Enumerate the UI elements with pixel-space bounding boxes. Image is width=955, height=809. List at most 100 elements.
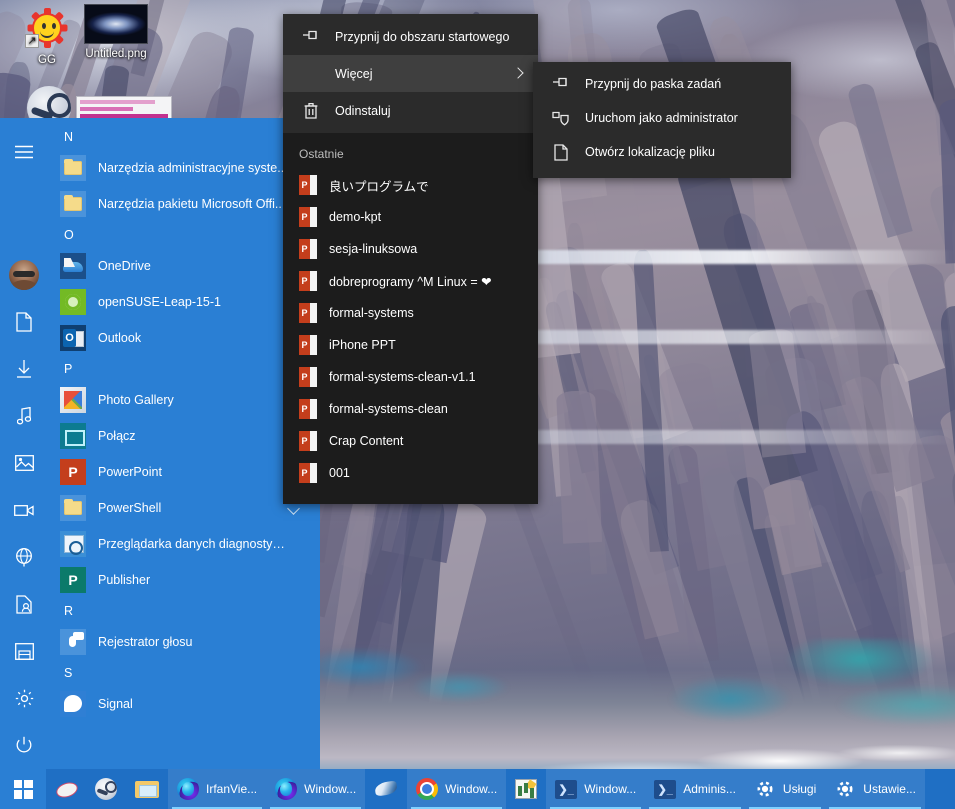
power-icon[interactable] [0,722,48,769]
app-list[interactable]: NNarzędzia administracyjne syste...Narzę… [48,118,320,769]
app-list-item-label: openSUSE-Leap-15-1 [98,295,221,309]
start-menu-rail[interactable] [0,118,48,769]
documents-icon[interactable] [0,299,48,346]
outlook-icon [60,325,86,351]
folder-icon [60,495,86,521]
recent-file-item[interactable]: formal-systems-clean [283,393,538,425]
app-list-item[interactable]: PowerShell [48,490,320,526]
taskbar-button[interactable] [86,769,126,809]
taskbar-button[interactable]: ❯_Adminis... [645,769,745,809]
downloads-icon[interactable] [0,346,48,393]
recent-file-item[interactable]: dobreprogramy ^M Linux = ❤ [283,265,538,297]
context-menu-item-label: Więcej [335,67,373,81]
recent-file-item[interactable]: demo-kpt [283,201,538,233]
chart-app-icon [515,779,537,799]
taskbar-buttons[interactable]: IrfanVie...Window...Window...❯_Window...… [46,769,925,809]
app-list-item-label: PowerPoint [98,465,162,479]
taskbar-button[interactable]: Usługi [745,769,825,809]
app-list-item[interactable]: Signal [48,686,320,722]
app-list-item[interactable]: Outlook [48,320,320,356]
powerpoint-file-icon [299,399,317,419]
app-group-letter: S [48,660,320,686]
powerpoint-file-icon [299,303,317,323]
context-menu-item-more[interactable]: Więcej [283,55,538,92]
taskbar-button[interactable]: IrfanVie... [168,769,266,809]
recent-file-label: 001 [329,466,350,480]
taskbar-button[interactable]: ❯_ Window... [546,769,645,809]
app-list-item[interactable]: Narzędzia administracyjne syste... [48,150,320,186]
submenu-item-run-as-administrator[interactable]: Uruchom jako administrator [533,101,791,135]
recent-files-list[interactable]: 良いプログラムでdemo-kptsesja-linuksowa dobreprog… [283,169,538,489]
app-list-item-label: Rejestrator głosu [98,635,193,649]
app-list-item[interactable]: Przeglądarka danych diagnostycznych [48,526,320,562]
submenu-item-pin-to-taskbar[interactable]: Przypnij do paska zadań [533,67,791,101]
recent-file-label: formal-systems [329,306,414,320]
context-menu[interactable]: Przypnij do obszaru startowego Więcej Od… [283,14,538,504]
photo-gallery-icon [60,387,86,413]
user-avatar[interactable] [0,252,48,299]
recent-file-item[interactable]: iPhone PPT [283,329,538,361]
recent-file-label: Crap Content [329,434,403,448]
chevron-right-icon [512,67,523,78]
submenu-item-label: Przypnij do paska zadań [585,77,721,91]
taskbar-button-label: Window... [584,782,636,796]
context-menu-actions[interactable]: Przypnij do obszaru startowego Więcej Od… [283,14,538,133]
app-list-item[interactable]: Publisher [48,562,320,598]
recent-file-label: dobreprogramy ^M Linux = ❤ [329,274,492,289]
powerpoint-file-icon [299,207,317,227]
context-menu-item-label: Przypnij do obszaru startowego [335,30,509,44]
file-explorer-icon [135,779,159,799]
file-icon [549,144,573,161]
taskbar-button[interactable]: Window... [266,769,365,809]
app-list-item[interactable]: openSUSE-Leap-15-1 [48,284,320,320]
settings-gear-icon[interactable] [0,675,48,722]
app-list-item-label: Połącz [98,429,136,443]
opensuse-icon [60,289,86,315]
app-list-item[interactable]: Rejestrator głosu [48,624,320,660]
app-list-item[interactable]: PowerPoint [48,454,320,490]
windows-logo-icon [14,780,33,799]
recent-file-item[interactable]: 良いプログラムで [283,169,538,201]
app-list-item-label: OneDrive [98,259,151,273]
app-list-item[interactable]: Połącz [48,418,320,454]
recent-file-item[interactable]: formal-systems [283,297,538,329]
desktop-icon-label: Untitled.png [70,48,162,61]
submenu-item-open-file-location[interactable]: Otwórz lokalizację pliku [533,135,791,169]
context-submenu[interactable]: Przypnij do paska zadań Uruchom jako adm… [533,62,791,178]
network-icon[interactable] [0,534,48,581]
start-menu[interactable]: NNarzędzia administracyjne syste...Narzę… [0,118,320,769]
gg-smiley-sun-icon: ↗ [25,6,69,50]
taskbar[interactable]: IrfanVie...Window...Window...❯_Window...… [0,769,955,809]
onedrive-icon [60,253,86,279]
taskbar-button[interactable] [46,769,86,809]
app-list-item[interactable]: Narzędzia pakietu Microsoft Offi... [48,186,320,222]
taskbar-button[interactable] [506,769,546,809]
context-menu-item-pin-to-start[interactable]: Przypnij do obszaru startowego [283,18,538,55]
recent-file-item[interactable]: sesja-linuksowa [283,233,538,265]
desktop-icon-untitled-png[interactable]: Untitled.png [70,2,162,61]
recent-file-item[interactable]: Crap Content [283,425,538,457]
powershell-icon: ❯_ [555,780,577,799]
app-list-item[interactable]: OneDrive [48,248,320,284]
storage-icon[interactable] [0,628,48,675]
taskbar-button[interactable] [365,769,407,809]
music-icon[interactable] [0,393,48,440]
taskbar-button-label: Adminis... [683,782,736,796]
hamburger-menu-icon[interactable] [0,128,48,175]
powerpoint-file-icon [299,431,317,451]
app-list-item[interactable]: Photo Gallery [48,382,320,418]
personal-folder-icon[interactable] [0,581,48,628]
powerpoint-file-icon [299,335,317,355]
context-menu-item-uninstall[interactable]: Odinstaluj [283,92,538,129]
chrome-icon [416,778,438,800]
taskbar-button[interactable]: Ustawie... [825,769,925,809]
taskbar-button[interactable]: Window... [407,769,506,809]
taskbar-button[interactable] [126,769,168,809]
recent-file-item[interactable]: 001 [283,457,538,489]
start-button[interactable] [0,769,46,809]
pictures-icon[interactable] [0,440,48,487]
recent-file-item[interactable]: formal-systems-clean-v1.1 [283,361,538,393]
app-list-item-label: Narzędzia administracyjne syste... [98,161,288,175]
chevron-down-icon[interactable] [287,502,300,515]
videos-icon[interactable] [0,487,48,534]
